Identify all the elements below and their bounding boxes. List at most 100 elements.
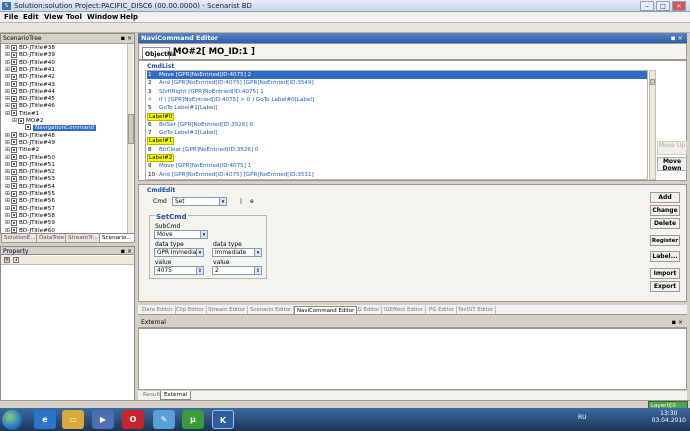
spin-icon[interactable]: ⇕	[196, 267, 203, 274]
import-button[interactable]: Import	[650, 268, 680, 279]
add-button[interactable]: Add	[650, 192, 680, 203]
spin-icon[interactable]: ⇕	[254, 267, 261, 274]
tree-item[interactable]: ⊞ BD-JTitle#43	[5, 81, 55, 88]
tree-item[interactable]: ⊞ BD-JTitle#52	[5, 168, 55, 175]
tree-item[interactable]: ⊞ BD-JTitle#56	[5, 197, 55, 204]
tree-item[interactable]: ⊞ BD-JTitle#44	[5, 88, 55, 95]
command-label-row[interactable]: Label#0	[147, 112, 175, 121]
pin-close-icon[interactable]: ◾ ×	[121, 34, 132, 43]
menu-tool[interactable]: Tool	[66, 13, 82, 21]
command-row[interactable]: 7 GoTo Label#2[Label]	[147, 129, 217, 137]
tree-item[interactable]: ⊞ BD-JTitle#42	[5, 73, 55, 80]
tree-item[interactable]: ⊞ BD-JTitle#39	[5, 51, 55, 58]
register-button[interactable]: Register	[650, 235, 680, 246]
tree-item[interactable]: ⊞ BD-JTitle#58	[5, 212, 55, 219]
menu-edit[interactable]: Edit	[23, 13, 39, 21]
tree-item[interactable]: ⊞ BD-JTitle#40	[5, 59, 55, 66]
value1-stepper[interactable]: 4075 ⇕	[154, 266, 204, 275]
move-up-button[interactable]: Move Up	[657, 141, 687, 155]
external-output[interactable]	[138, 328, 687, 390]
tab-ig-editor[interactable]: IG Editor	[354, 306, 383, 314]
subcmd-select[interactable]: Move ▾	[154, 230, 208, 239]
tree-item[interactable]: ⊞ MO#2	[12, 117, 43, 124]
command-row[interactable]: 8 BitClear [GPR]NoEntried[ID:3526] 0	[147, 146, 258, 154]
tree-item[interactable]: ⊞ BD-JTitle#51	[5, 161, 55, 168]
datatype1-select[interactable]: GPR Immediat ▾	[154, 248, 204, 257]
tree-item[interactable]: ⊞ BD-JTitle#54	[5, 183, 55, 190]
command-row[interactable]: 1 Move [GPR]NoEntried[ID:4075] 2	[147, 71, 647, 79]
tree-item[interactable]: NavigationCommand	[19, 124, 96, 131]
tree-item[interactable]: ⊞ BD-JTitle#46	[5, 102, 55, 109]
menu-help[interactable]: Help	[120, 13, 138, 21]
delete-button[interactable]: Delete	[650, 218, 680, 229]
tree-item[interactable]: ⊞ Title#1	[5, 110, 39, 117]
change-button[interactable]: Change	[650, 205, 680, 216]
tree-item[interactable]: ⊞ BD-JTitle#41	[5, 66, 55, 73]
menu-window[interactable]: Window	[87, 13, 118, 21]
command-row[interactable]: 9 Move [GPR]NoEntried[ID:4075] 1	[147, 162, 251, 170]
tab-scenario-editor[interactable]: Scenario Editor	[248, 306, 295, 314]
datatype2-select[interactable]: Immediate ▾	[212, 248, 262, 257]
ie-icon[interactable]: e	[34, 410, 56, 429]
object-name-tab[interactable]: ObjectNa	[142, 47, 176, 60]
opera-icon[interactable]: O	[122, 410, 144, 429]
start-button[interactable]	[2, 410, 22, 430]
tab-external[interactable]: External	[160, 391, 192, 400]
language-indicator[interactable]: RU	[578, 414, 587, 421]
move-down-button[interactable]: Move Down	[657, 157, 687, 172]
tab-textst-editor[interactable]: TextST Editor	[456, 306, 497, 314]
tree-item[interactable]: ⊞ BD-JTitle#53	[5, 175, 55, 182]
tree-item[interactable]: ⊞ BD-JTitle#60	[5, 227, 55, 233]
command-label-row[interactable]: Label#2	[147, 154, 175, 162]
tree-scrollbar[interactable]	[127, 44, 134, 233]
command-label-row[interactable]: Label#1	[147, 137, 175, 146]
tab-data-editor[interactable]: Data Editor	[140, 306, 176, 314]
pin-close-icon[interactable]: ◾ ×	[671, 33, 683, 43]
folder-icon[interactable]: ▭	[62, 410, 84, 429]
cmdlist-scroll-thumb[interactable]	[650, 79, 655, 85]
tree-item[interactable]: ⊞ BD-JTitle#38	[5, 44, 55, 51]
tab-clip-editor[interactable]: Clip Editor	[174, 306, 207, 314]
command-row[interactable]: 5 GoTo Label#1[Label]	[147, 104, 217, 112]
maximize-button[interactable]: □	[656, 1, 670, 11]
value2-stepper[interactable]: 2 ⇕	[212, 266, 262, 275]
tree-scroll-thumb[interactable]	[128, 114, 134, 144]
tab-navicommand-editor[interactable]: NaviCommand Editor	[294, 306, 358, 314]
tree-item[interactable]: ⊞ BD-JTitle#49	[5, 139, 55, 146]
tab-solution-explorer[interactable]: SolutionE...	[1, 234, 39, 243]
alphabetical-icon[interactable]: ↓	[13, 257, 19, 263]
tree-item[interactable]: ⊞ BD-JTitle#48	[5, 132, 55, 139]
clock[interactable]: 13:30 03.04.2010	[652, 410, 686, 424]
paint-icon[interactable]: ✎	[153, 410, 175, 429]
command-row[interactable]: 3 ShiftRight [GPR]NoEntried[ID:4075] 1	[147, 88, 264, 96]
close-button[interactable]: ✕	[672, 1, 686, 11]
tree-item[interactable]: ⊞ BD-JTitle#45	[5, 95, 55, 102]
tree-item[interactable]: ⊞ Title#2	[5, 146, 39, 153]
command-row[interactable]: 6 BitSet [GPR]NoEntried[ID:3526] 0	[147, 121, 253, 129]
command-row[interactable]: 2 And [GPR]NoEntried[ID:4075] [GPR]NoEntr…	[147, 79, 314, 87]
media-icon[interactable]: ▶	[92, 410, 114, 429]
menu-file[interactable]: File	[4, 13, 18, 21]
export-button[interactable]: Export	[650, 281, 680, 292]
tab-pg-editor[interactable]: PG Editor	[427, 306, 458, 314]
scenarist-icon[interactable]: K	[212, 410, 234, 429]
categorized-icon[interactable]: ≡	[4, 257, 10, 263]
menu-view[interactable]: View	[44, 13, 63, 21]
tab-datatree[interactable]: DataTree	[36, 234, 68, 243]
tree-item[interactable]: ⊞ BD-JTitle#57	[5, 205, 55, 212]
tree-item[interactable]: ⊞ BD-JTitle#55	[5, 190, 55, 197]
command-row[interactable]: 10 And [GPR]NoEntried[ID:4075] [GPR]NoEnt…	[147, 171, 314, 179]
tree-item[interactable]: ⊞ BD-JTitle#59	[5, 219, 55, 226]
utorrent-icon[interactable]: µ	[182, 410, 204, 429]
tab-streamtree[interactable]: StreamTr...	[65, 234, 101, 243]
tab-igeffect-editor[interactable]: IGEffect Editor	[382, 306, 426, 314]
label-button[interactable]: Label...	[650, 251, 680, 262]
tab-stream-editor[interactable]: Stream Editor	[206, 306, 249, 314]
command-row[interactable]: 4 if ( [GPR]NoEntried[ID:4075] > 0 ) GoTo…	[147, 96, 314, 104]
cmdlist-scrollbar[interactable]	[649, 70, 656, 180]
pin-close-icon[interactable]: ◾ ×	[121, 247, 132, 256]
cmd-select[interactable]: Set ▾	[172, 197, 227, 206]
command-list[interactable]: 1 Move [GPR]NoEntried[ID:4075] 2 2 And [GPR…	[145, 70, 648, 180]
tree-item[interactable]: ⊞ BD-JTitle#50	[5, 154, 55, 161]
minimize-button[interactable]: ‒	[640, 1, 654, 11]
